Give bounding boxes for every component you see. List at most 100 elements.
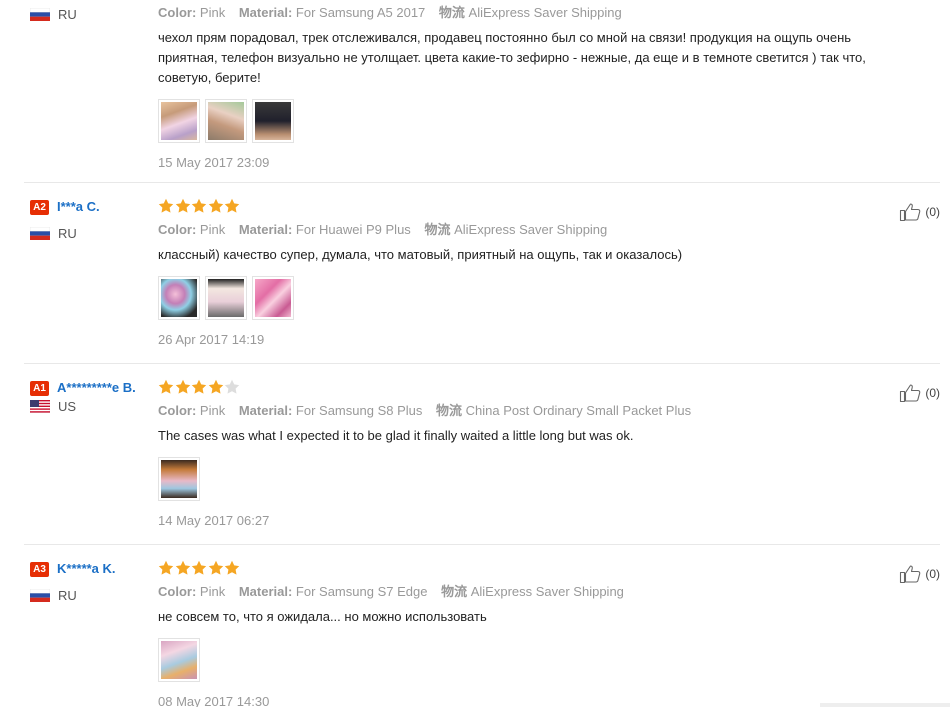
color-label: Color:: [158, 222, 197, 237]
buyer-level-badge: A2: [30, 200, 49, 215]
country-code: RU: [58, 226, 77, 241]
review-photo[interactable]: [252, 276, 294, 320]
star-icon: [175, 379, 191, 395]
material-label: Material:: [238, 5, 293, 20]
color-value: Pink: [199, 222, 226, 237]
sku-attributes: Color: Pink Material: For Samsung A5 201…: [158, 4, 898, 22]
country-code: RU: [58, 7, 77, 22]
sku-attributes: Color: Pink Material: For Samsung S8 Plu…: [158, 402, 898, 420]
review-date: 14 May 2017 06:27: [158, 513, 270, 528]
shipping-icon: 物流: [438, 5, 465, 20]
review-photo[interactable]: [158, 276, 200, 320]
like-count: (0): [925, 205, 940, 219]
country-code: RU: [58, 588, 77, 603]
review-content: Color: Pink Material: For Huawei P9 Plus…: [158, 198, 898, 347]
review-photo[interactable]: [158, 457, 200, 501]
buyer-info: RU: [30, 7, 145, 22]
star-icon: [175, 560, 191, 576]
review-photo[interactable]: [158, 638, 200, 682]
buyer-level-badge: A3: [30, 562, 49, 577]
star-rating: [158, 198, 898, 214]
material-value: For Samsung A5 2017: [295, 5, 426, 20]
buyer-info: A1 A*********e B. US: [30, 380, 145, 414]
flag-ru-icon: [30, 227, 50, 240]
star-rating: [158, 379, 898, 395]
like-button[interactable]: (0): [899, 564, 940, 584]
review-divider: [24, 182, 940, 183]
buyer-info: A3 K*****a K. RU: [30, 561, 145, 603]
thumbs-up-icon: [900, 565, 921, 584]
thumbs-up-icon: [900, 384, 921, 403]
shipping-icon: 物流: [441, 584, 468, 599]
material-label: Material:: [238, 222, 293, 237]
star-icon: [158, 379, 174, 395]
buyer-country: US: [30, 399, 145, 414]
star-icon: [224, 198, 240, 214]
star-icon: [158, 198, 174, 214]
star-icon: [208, 560, 224, 576]
review-photo[interactable]: [205, 276, 247, 320]
buyer-level-badge: A1: [30, 381, 49, 396]
review-text: чехол прям порадовал, трек отслеживался,…: [158, 30, 866, 85]
material-label: Material:: [238, 403, 293, 418]
flag-ru-icon: [30, 8, 50, 21]
star-icon: [191, 379, 207, 395]
like-button[interactable]: (0): [899, 202, 940, 222]
star-icon: [224, 560, 240, 576]
country-code: US: [58, 399, 77, 414]
like-count: (0): [925, 386, 940, 400]
review-content: Color: Pink Material: For Samsung S8 Plu…: [158, 379, 898, 528]
star-icon: [191, 198, 207, 214]
review-photos: [158, 457, 898, 501]
star-icon: [191, 560, 207, 576]
shipping-value: AliExpress Saver Shipping: [454, 222, 608, 237]
star-rating: [158, 560, 898, 576]
sku-attributes: Color: Pink Material: For Samsung S7 Edg…: [158, 583, 898, 601]
buyer-name[interactable]: K*****a K.: [57, 561, 116, 577]
review-text: The cases was what I expected it to be g…: [158, 428, 634, 443]
star-icon: [158, 560, 174, 576]
sku-attributes: Color: Pink Material: For Huawei P9 Plus…: [158, 221, 898, 239]
review-divider: [24, 544, 940, 545]
thumbs-up-icon: [900, 203, 921, 222]
color-label: Color:: [158, 5, 197, 20]
flag-us-icon: [30, 400, 50, 413]
shipping-icon: 物流: [424, 222, 451, 237]
review-photos: [158, 638, 898, 682]
flag-ru-icon: [30, 589, 50, 602]
material-value: For Samsung S7 Edge: [295, 584, 428, 599]
shipping-icon: 物流: [436, 403, 463, 418]
star-icon: [224, 379, 240, 395]
review-date: 15 May 2017 23:09: [158, 155, 270, 170]
review-divider: [24, 363, 940, 364]
star-icon: [208, 379, 224, 395]
review-photo[interactable]: [158, 99, 200, 143]
star-icon: [175, 198, 191, 214]
buyer-country: RU: [30, 226, 145, 241]
color-label: Color:: [158, 584, 197, 599]
review-text: классный) качество супер, думала, что ма…: [158, 247, 683, 262]
color-value: Pink: [199, 584, 226, 599]
shipping-value: AliExpress Saver Shipping: [470, 584, 624, 599]
review-photo[interactable]: [205, 99, 247, 143]
review-content: Color: Pink Material: For Samsung S7 Edg…: [158, 560, 898, 707]
color-label: Color:: [158, 403, 197, 418]
review-date: 26 Apr 2017 14:19: [158, 332, 265, 347]
review-content: Color: Pink Material: For Samsung A5 201…: [158, 4, 898, 170]
material-value: For Samsung S8 Plus: [295, 403, 423, 418]
star-icon: [208, 198, 224, 214]
buyer-name[interactable]: A*********e B.: [57, 380, 136, 396]
review-photos: [158, 99, 898, 143]
like-button[interactable]: (0): [899, 383, 940, 403]
footer-divider: [820, 703, 950, 707]
like-count: (0): [925, 567, 940, 581]
buyer-name[interactable]: I***a C.: [57, 199, 100, 215]
buyer-country: RU: [30, 588, 145, 603]
buyer-country: RU: [30, 7, 145, 22]
color-value: Pink: [199, 403, 226, 418]
review-photo[interactable]: [252, 99, 294, 143]
buyer-info: A2 I***a C. RU: [30, 199, 145, 241]
review-text: не совсем то, что я ожидала... но можно …: [158, 609, 487, 624]
shipping-value: China Post Ordinary Small Packet Plus: [465, 403, 692, 418]
color-value: Pink: [199, 5, 226, 20]
